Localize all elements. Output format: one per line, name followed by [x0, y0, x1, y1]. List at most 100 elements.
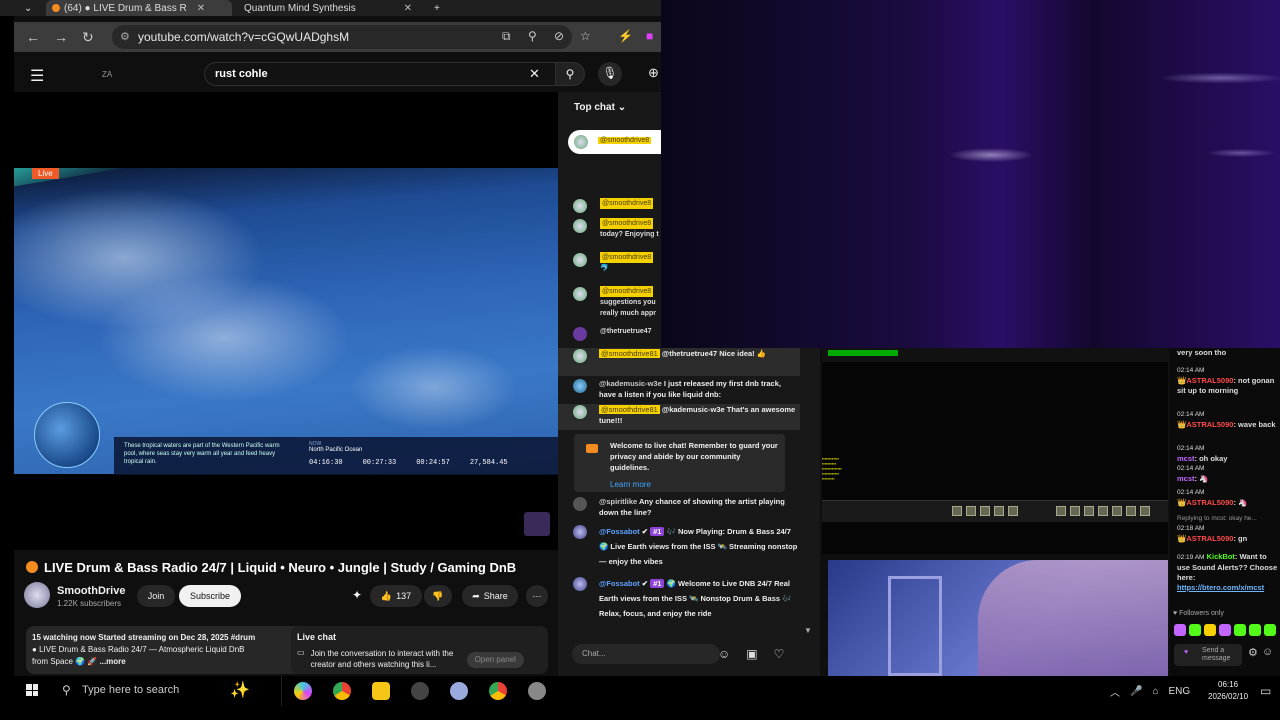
bookmark-star-icon[interactable]: ☆	[580, 29, 591, 43]
forward-icon[interactable]: →	[54, 29, 68, 45]
chat-text: today? Enjoying t	[600, 231, 659, 238]
emote-icon[interactable]	[1264, 624, 1276, 636]
kick-user[interactable]: mcst	[1177, 474, 1195, 483]
share-button[interactable]: ➦ Share	[462, 585, 518, 607]
microphone-icon[interactable]: 🎤	[1130, 686, 1142, 697]
kick-user[interactable]: KickBot	[1207, 552, 1235, 561]
back-icon[interactable]: ←	[26, 29, 40, 45]
chat-author[interactable]: @smoothdrive8	[600, 286, 654, 297]
zoom-icon[interactable]: ⚲	[528, 29, 537, 43]
tab-menu-button[interactable]: ⌄	[18, 0, 38, 16]
chat-author[interactable]: @Fossabot	[599, 579, 640, 588]
clock[interactable]: 06:16 2026/02/10	[1208, 679, 1248, 703]
emoji-icon[interactable]: ☺	[718, 647, 730, 661]
sparkles-icon[interactable]: ✨	[230, 680, 250, 700]
app-icon[interactable]	[450, 682, 468, 700]
chat-author[interactable]: @smoothdrive8	[600, 252, 654, 263]
close-icon[interactable]: ✕	[404, 3, 412, 14]
sparkle-icon[interactable]: ✦	[352, 588, 362, 602]
chat-bubble-icon: ▭	[297, 648, 305, 657]
channel-watermark[interactable]	[524, 512, 550, 536]
chat-author[interactable]: @smoothdrive81	[599, 349, 660, 358]
overlay-time: 00:27:33	[362, 459, 397, 467]
youtube-logo[interactable]: ZA	[102, 70, 112, 79]
emote-icon[interactable]	[1249, 624, 1261, 636]
pinned-message[interactable]: @smoothdrive8	[568, 130, 661, 154]
chat-input[interactable]: Chat...	[572, 644, 720, 664]
chat-author[interactable]: @kademusic-w3e	[599, 379, 662, 388]
settings-icon[interactable]: ⚙	[1248, 646, 1258, 659]
chat-author[interactable]: @smoothdrive8	[600, 198, 654, 209]
emote-icon[interactable]	[1204, 624, 1216, 636]
chat-author[interactable]: @thetruetrue47	[600, 326, 661, 337]
kick-send-input[interactable]: ♥ Send a message	[1174, 644, 1242, 666]
obs-icon[interactable]	[411, 682, 429, 700]
extension-icon[interactable]: ⚡	[618, 29, 633, 43]
chevron-up-icon[interactable]: ︿	[1110, 684, 1120, 699]
install-icon[interactable]: ⧉	[502, 29, 511, 44]
emote-icon[interactable]	[1189, 624, 1201, 636]
language-indicator[interactable]: ENG	[1169, 686, 1191, 697]
search-icon: ⚲	[62, 683, 71, 697]
earth-limb	[14, 168, 124, 188]
chat-author[interactable]: @smoothdrive8	[600, 218, 654, 229]
kick-user[interactable]: ASTRAL5090	[1186, 420, 1233, 429]
open-panel-button[interactable]: Open panel	[466, 652, 524, 668]
chrome-icon[interactable]	[333, 682, 351, 700]
super-chat-icon[interactable]: ▣	[746, 647, 757, 661]
more-link[interactable]: ...more	[100, 657, 126, 666]
subscribe-button[interactable]: Subscribe	[179, 585, 241, 607]
chrome-profile-icon[interactable]	[489, 682, 507, 700]
badge-icon: 👑	[1177, 376, 1187, 385]
site-info-icon[interactable]: ⚙	[120, 30, 130, 43]
chat-body: @Fossabot ✔ #1 🌍 Welcome to Live DNB 24/…	[599, 579, 792, 618]
extension-icon[interactable]: ■	[646, 29, 653, 43]
emote-icon[interactable]	[1234, 624, 1246, 636]
taskbar-search[interactable]: ⚲ Type here to search ✨	[52, 676, 282, 706]
tab-youtube[interactable]: (64) ● LIVE Drum & Bass R ✕	[46, 0, 232, 16]
kick-user[interactable]: ASTRAL5090	[1186, 498, 1233, 507]
more-actions-button[interactable]: ⋯	[526, 585, 548, 607]
create-icon[interactable]: ⊕	[648, 65, 659, 81]
kick-link[interactable]: https://btero.com/x/mcst	[1177, 583, 1264, 592]
heart-icon[interactable]: ♡	[774, 647, 785, 661]
reload-icon[interactable]: ↻	[82, 29, 94, 46]
close-icon[interactable]: ✕	[197, 3, 205, 14]
app-icon[interactable]	[528, 682, 546, 700]
emote-picker-icon[interactable]: ♥	[1184, 649, 1188, 657]
video-player[interactable]: Live These tropical waters are part of t…	[14, 92, 558, 550]
smile-icon[interactable]: ☺	[1262, 646, 1273, 658]
kick-user[interactable]: ASTRAL5090	[1186, 534, 1233, 543]
top-chat-dropdown[interactable]: Top chat ⌄	[574, 102, 626, 113]
kick-user[interactable]: mcst	[1177, 454, 1195, 463]
chat-author[interactable]: @smoothdrive81	[599, 405, 660, 414]
emote-icon[interactable]	[1174, 624, 1186, 636]
dislike-button[interactable]: 👎	[424, 585, 452, 607]
learn-more-link[interactable]: Learn more	[610, 479, 779, 490]
menu-icon[interactable]: ☰	[30, 66, 44, 86]
join-button[interactable]: Join	[137, 585, 175, 607]
search-input[interactable]: rust cohle	[204, 62, 564, 86]
copilot-icon[interactable]	[294, 682, 312, 700]
network-icon[interactable]: ⌂	[1152, 686, 1158, 697]
search-button[interactable]: ⚲	[555, 62, 585, 86]
emote-icon[interactable]	[1219, 624, 1231, 636]
kick-user[interactable]: ASTRAL5090	[1186, 376, 1233, 385]
file-explorer-icon[interactable]	[372, 682, 390, 700]
eye-off-icon[interactable]: ⊘	[554, 29, 564, 43]
scroll-down-icon[interactable]: ▼	[804, 626, 812, 635]
notification-icon[interactable]: ▭	[1260, 684, 1271, 698]
clear-search-icon[interactable]: ✕	[529, 66, 540, 82]
like-button[interactable]: 👍 137	[370, 585, 422, 607]
chat-author[interactable]: @spiritlike	[599, 497, 637, 506]
channel-avatar[interactable]	[24, 582, 50, 608]
new-tab-button[interactable]: +	[428, 0, 446, 16]
channel-name[interactable]: SmoothDrive	[57, 585, 125, 597]
windows-start-icon[interactable]	[26, 684, 38, 696]
voice-search-icon[interactable]: 🎙	[598, 62, 622, 86]
chat-author[interactable]: @Fossabot	[599, 527, 640, 536]
tab-quantum[interactable]: Quantum Mind Synthesis ✕	[238, 0, 418, 16]
chat-text: 🐬	[600, 265, 609, 272]
clock-time: 06:16	[1218, 680, 1239, 689]
overlay-time: 00:24:57	[416, 459, 450, 467]
